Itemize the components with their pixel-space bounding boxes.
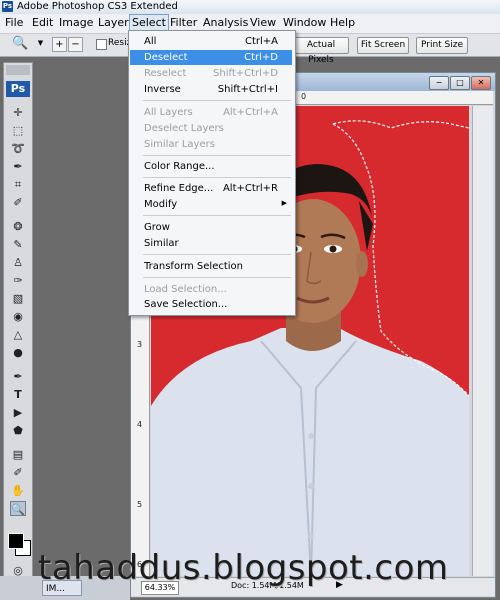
menu-item-all-layers[interactable]: All Layers Alt+Ctrl+A — [130, 105, 292, 120]
menu-item-label: Inverse — [144, 84, 181, 95]
minimize-icon[interactable]: − — [429, 76, 449, 90]
menu-item-shortcut: Shift+Ctrl+I — [217, 84, 278, 95]
menu-item-reselect[interactable]: Reselect Shift+Ctrl+D — [130, 66, 292, 81]
history-brush-tool-icon[interactable]: ✑ — [10, 273, 26, 288]
notes-tool-icon[interactable]: ▤ — [10, 447, 26, 462]
select-menu-dropdown: All Ctrl+A Deselect Ctrl+D Reselect Shif… — [128, 30, 296, 316]
menu-item-deselect[interactable]: Deselect Ctrl+D — [130, 50, 292, 65]
menu-item-label: All Layers — [144, 107, 193, 118]
menu-item-label: Modify — [144, 199, 178, 210]
menu-item-label: Grow — [144, 222, 170, 233]
zoom-tool-icon[interactable]: 🔍 — [12, 37, 28, 52]
photoshop-app-icon: Ps — [2, 1, 13, 12]
menu-separator — [143, 177, 291, 178]
zoom-in-icon[interactable]: + — [52, 37, 67, 52]
eraser-tool-icon[interactable]: ▧ — [10, 291, 26, 306]
type-tool-icon[interactable]: T — [10, 387, 26, 402]
eyedropper-2-tool-icon[interactable]: ✐ — [10, 465, 26, 480]
clone-stamp-tool-icon[interactable]: ♙ — [10, 255, 26, 270]
menu-layer[interactable]: Layer — [96, 15, 131, 31]
blog-watermark: tahaddus.blogspot.com — [38, 548, 449, 588]
marquee-tool-icon[interactable]: ⬚ — [10, 123, 26, 138]
shape-tool-icon[interactable]: ⬟ — [10, 423, 26, 438]
blur-tool-icon[interactable]: △ — [10, 327, 26, 342]
hand-tool-icon[interactable]: ✋ — [10, 483, 26, 498]
menu-separator — [143, 100, 291, 101]
menu-item-shortcut: Ctrl+A — [244, 36, 278, 47]
actual-pixels-button[interactable]: Actual Pixels — [293, 37, 349, 65]
menu-separator — [143, 277, 291, 278]
menu-filter[interactable]: Filter — [168, 15, 199, 31]
menu-item-similar[interactable]: Similar — [130, 236, 292, 251]
tools-panel: Ps ✛ ⬚ ➰ ✒ ⌗ ✐ ❂ ✎ ♙ ✑ ▧ ◉ △ ● ✒ T ▶ ⬟ ▤… — [3, 62, 33, 600]
submenu-arrow-icon: ▶ — [281, 199, 287, 207]
eyedropper-tool-icon[interactable]: ✐ — [10, 195, 26, 210]
menu-analysis[interactable]: Analysis — [201, 15, 250, 31]
menu-item-label: Transform Selection — [144, 261, 244, 272]
foreground-color-swatch[interactable] — [8, 533, 24, 549]
dodge-tool-icon[interactable]: ● — [10, 345, 26, 360]
menu-item-shortcut: Ctrl+D — [244, 52, 278, 63]
lasso-tool-icon[interactable]: ➰ — [10, 141, 26, 156]
menu-item-transform-selection[interactable]: Transform Selection — [130, 259, 292, 274]
menu-file[interactable]: File — [3, 15, 25, 31]
maximize-icon[interactable]: □ — [450, 76, 470, 90]
menu-item-label: Similar Layers — [144, 139, 215, 150]
menu-item-shortcut: Alt+Ctrl+A — [223, 107, 278, 118]
menu-separator — [143, 254, 291, 255]
menu-image[interactable]: Image — [57, 15, 95, 31]
menu-item-modify[interactable]: Modify ▶ — [130, 197, 292, 212]
paint-bucket-tool-icon[interactable]: ◉ — [10, 309, 26, 324]
window-title: Adobe Photoshop CS3 Extended — [17, 1, 178, 12]
menu-item-label: Reselect — [144, 68, 187, 79]
menu-item-label: Deselect — [144, 52, 188, 63]
quick-selection-tool-icon[interactable]: ✒ — [10, 159, 26, 174]
menu-item-color-range[interactable]: Color Range... — [130, 159, 292, 174]
zoom-tool-icon[interactable]: 🔍 — [10, 501, 26, 516]
menu-item-label: Deselect Layers — [144, 123, 224, 134]
path-selection-tool-icon[interactable]: ▶ — [10, 405, 26, 420]
menu-item-grow[interactable]: Grow — [130, 220, 292, 235]
close-icon[interactable]: ✕ — [471, 76, 491, 90]
menu-edit[interactable]: Edit — [30, 15, 55, 31]
menu-item-all[interactable]: All Ctrl+A — [130, 34, 292, 49]
zoom-out-icon[interactable]: − — [68, 37, 83, 52]
pen-tool-icon[interactable]: ✒ — [10, 369, 26, 384]
menu-item-load-selection[interactable]: Load Selection... — [130, 282, 292, 297]
menu-item-similar-layers[interactable]: Similar Layers — [130, 137, 292, 152]
ruler-left-label: 5 — [137, 500, 143, 509]
menu-item-inverse[interactable]: Inverse Shift+Ctrl+I — [130, 82, 292, 97]
healing-brush-tool-icon[interactable]: ❂ — [10, 219, 26, 234]
menu-item-refine-edge[interactable]: Refine Edge... Alt+Ctrl+R — [130, 181, 292, 196]
menu-item-shortcut: Alt+Ctrl+R — [222, 183, 278, 194]
ruler-left-label: 3 — [137, 340, 143, 349]
tools-panel-grip[interactable] — [6, 65, 30, 75]
ruler-top-label: 0 — [301, 92, 307, 101]
brush-tool-icon[interactable]: ✎ — [10, 237, 26, 252]
menu-item-label: Color Range... — [144, 161, 215, 172]
resize-windows-checkbox[interactable] — [96, 39, 107, 50]
menu-item-deselect-layers[interactable]: Deselect Layers — [130, 121, 292, 136]
menu-separator — [143, 215, 291, 216]
menu-item-label: Load Selection... — [144, 284, 227, 295]
menu-item-label: Save Selection... — [144, 299, 228, 310]
crop-tool-icon[interactable]: ⌗ — [10, 177, 26, 192]
vertical-scrollbar[interactable] — [472, 106, 493, 576]
move-tool-icon[interactable]: ✛ — [10, 105, 26, 120]
menu-item-label: Similar — [144, 238, 179, 249]
menu-item-label: Refine Edge... — [144, 183, 214, 194]
fit-screen-button[interactable]: Fit Screen — [357, 37, 409, 54]
menu-separator — [143, 155, 291, 156]
tool-preset-dropdown-icon[interactable]: ▼ — [33, 37, 48, 52]
ps-logo: Ps — [6, 81, 30, 97]
title-bar: Ps Adobe Photoshop CS3 Extended — [0, 0, 500, 15]
print-size-button[interactable]: Print Size — [416, 37, 468, 54]
menu-help[interactable]: Help — [328, 15, 357, 31]
ruler-left-label: 4 — [137, 420, 143, 429]
menu-item-label: All — [144, 36, 157, 47]
menu-window[interactable]: Window — [281, 15, 328, 31]
menu-view[interactable]: View — [248, 15, 278, 31]
menu-item-shortcut: Shift+Ctrl+D — [213, 68, 278, 79]
menu-item-save-selection[interactable]: Save Selection... — [130, 297, 292, 312]
